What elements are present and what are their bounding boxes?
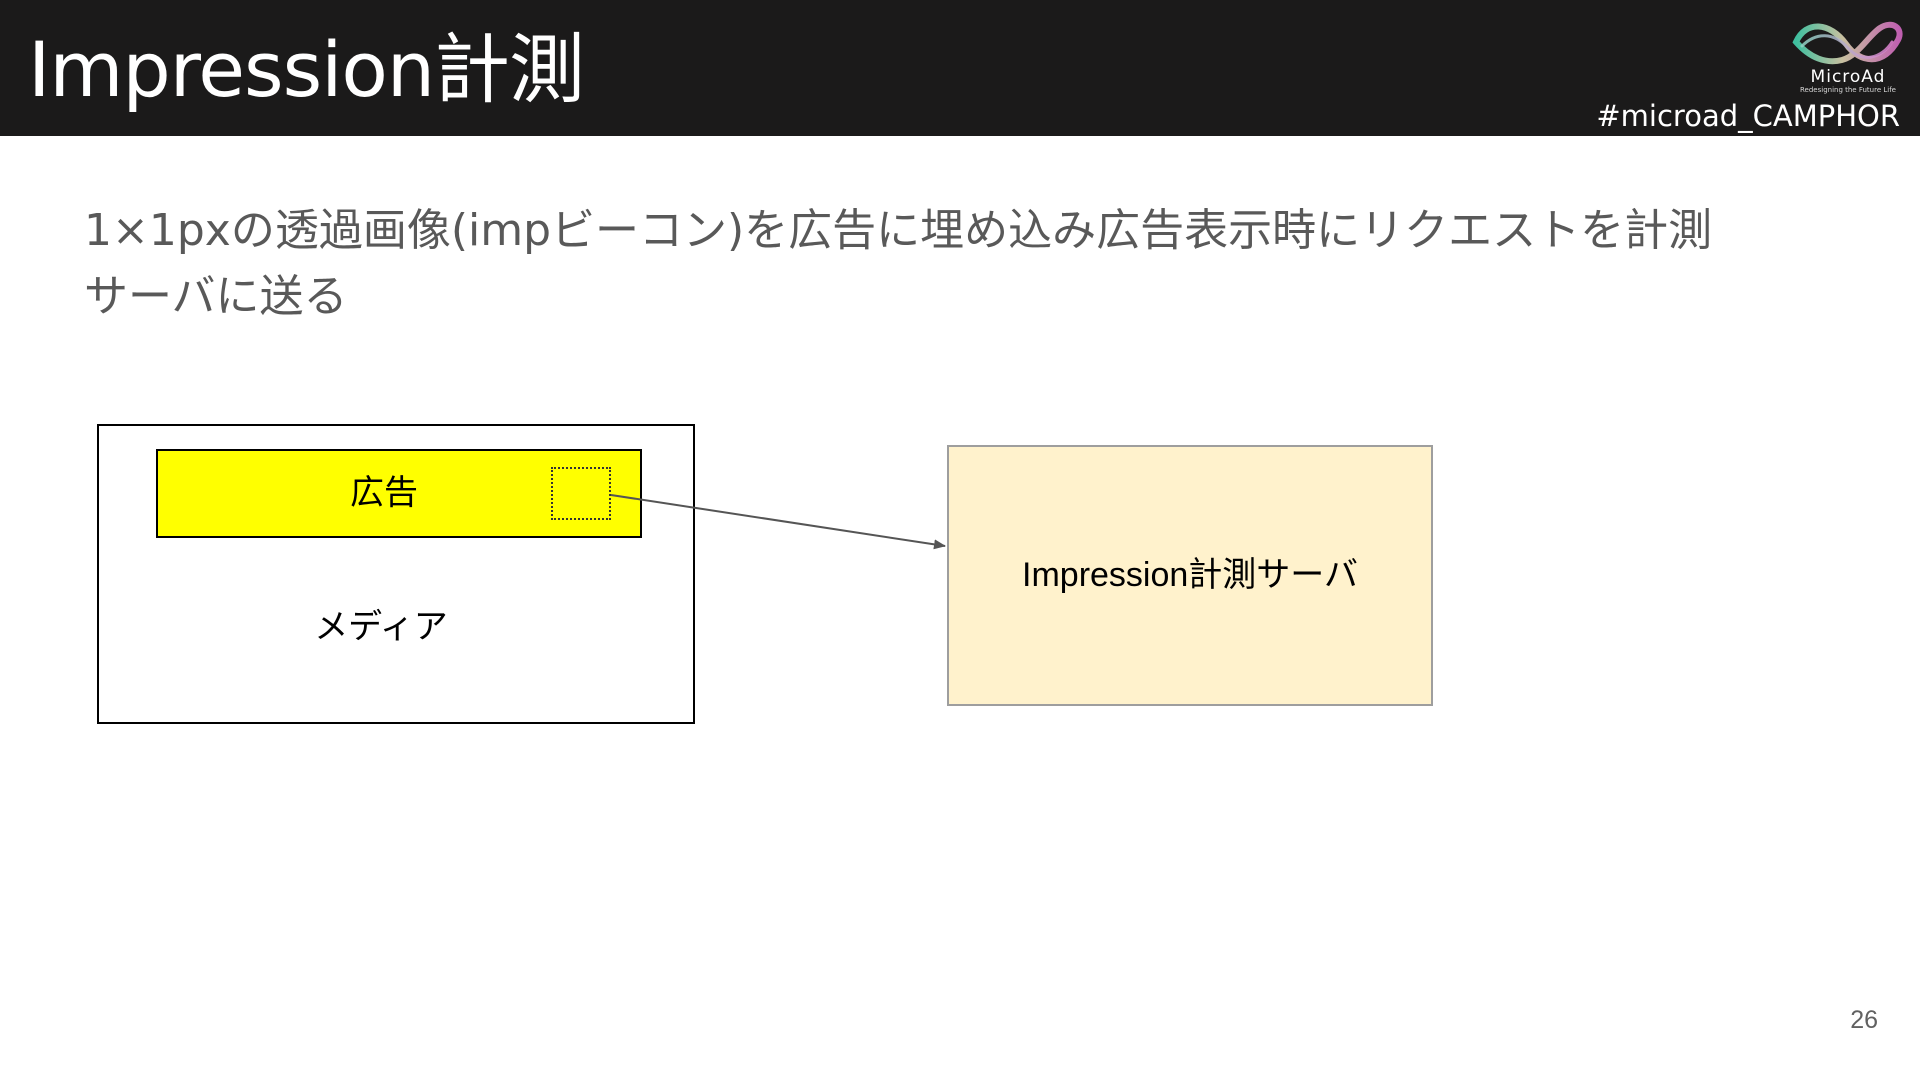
slide-header: Impression計測 MicroAd Redesigning the Fut…: [0, 0, 1920, 136]
slide-title: Impression計測: [28, 25, 585, 114]
page-number: 26: [1850, 1006, 1878, 1034]
logo-tagline: Redesigning the Future Life: [1800, 86, 1896, 94]
microad-logo: MicroAd Redesigning the Future Life: [1788, 12, 1908, 96]
impression-server-box: [947, 445, 1433, 706]
logo-name: MicroAd: [1810, 67, 1886, 87]
request-arrow-line: [610, 494, 946, 550]
ad-box: [156, 449, 642, 538]
body-text: 1×1pxの透過画像(impビーコン)を広告に埋め込み広告表示時にリクエストを計…: [84, 198, 1844, 330]
hashtag: #microad_CAMPHOR: [1596, 99, 1900, 133]
request-arrow: [610, 494, 946, 550]
media-label: メディア: [314, 608, 448, 646]
microad-infinity-logo-icon: [1792, 21, 1903, 65]
impression-server-label: Impression計測サーバ: [1022, 556, 1358, 594]
impression-flow-diagram: 広告 メディア Impression計測サーバ: [0, 0, 1920, 1080]
ad-label: 広告: [350, 474, 418, 512]
media-box: [97, 424, 695, 724]
body-text-line-2: サーバに送る: [84, 271, 348, 322]
body-text-line-1: 1×1pxの透過画像(impビーコン)を広告に埋め込み広告表示時にリクエストを計…: [84, 205, 1713, 256]
imp-beacon-box: [551, 467, 611, 520]
